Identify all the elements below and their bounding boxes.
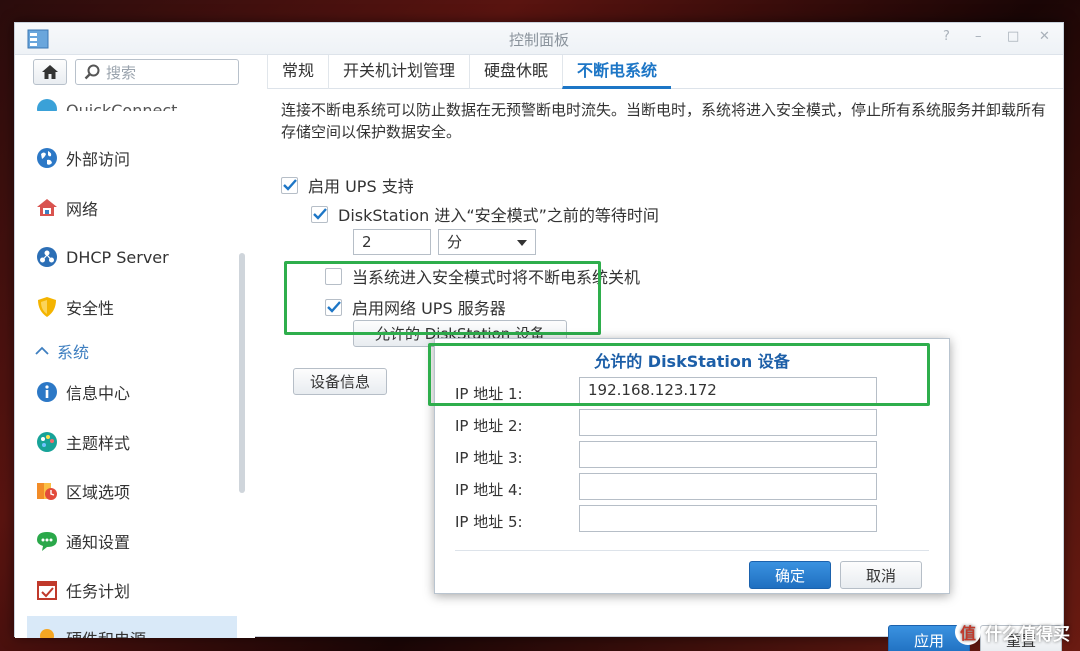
info-icon — [35, 380, 59, 404]
sidebar-item-label: 区域选项 — [66, 483, 131, 502]
sidebar-item-theme[interactable]: 主题样式 — [27, 423, 237, 461]
close-button[interactable]: ✕ — [1039, 29, 1050, 44]
lightbulb-icon — [35, 626, 59, 638]
checkmark-icon — [312, 208, 327, 220]
home-button[interactable] — [33, 59, 67, 85]
sidebar-item-label: 安全性 — [66, 299, 115, 318]
wait-time-row: DiskStation 进入“安全模式”之前的等待时间 — [311, 202, 659, 226]
ip-address-2-input[interactable] — [579, 409, 877, 436]
tab-hdd-hibernation[interactable]: 硬盘休眠 — [469, 55, 562, 89]
checkmark-icon — [282, 179, 297, 191]
chevron-up-icon — [35, 346, 49, 355]
sidebar-section-system[interactable]: 系统 — [35, 339, 89, 363]
ip-address-5-input[interactable] — [579, 505, 877, 532]
clock-calendar-icon — [35, 479, 59, 503]
wait-time-checkbox[interactable] — [311, 205, 328, 223]
highlight-box-network-ups — [284, 261, 601, 335]
sidebar-item-label: 任务计划 — [66, 582, 131, 601]
search-input[interactable]: 搜索 — [75, 59, 239, 85]
sidebar-item-hardware-power[interactable]: 硬件和电源 — [27, 616, 237, 638]
sidebar-item-network[interactable]: 网络 — [27, 189, 237, 227]
tab-bar: 常规 开关机计划管理 硬盘休眠 不断电系统 — [267, 55, 1063, 89]
sidebar-item-label: 网络 — [66, 200, 99, 219]
ip-address-2-label: IP 地址 2: — [455, 417, 523, 435]
quickconnect-icon — [35, 97, 59, 111]
watermark-badge: 值 — [955, 619, 981, 645]
cancel-button[interactable]: 取消 — [840, 561, 922, 589]
wait-time-unit-value: 分 — [447, 233, 463, 251]
wait-time-label: DiskStation 进入“安全模式”之前的等待时间 — [338, 206, 659, 225]
shield-icon — [35, 295, 59, 319]
sidebar-item-task-scheduler[interactable]: 任务计划 — [27, 571, 237, 609]
sidebar-item-security[interactable]: 安全性 — [27, 288, 237, 326]
enable-ups-row: 启用 UPS 支持 — [281, 173, 414, 197]
house-network-icon — [35, 196, 59, 220]
sidebar-item-quickconnect[interactable]: QuickConnect — [27, 91, 237, 111]
maximize-button[interactable]: □ — [1007, 29, 1019, 44]
home-icon — [42, 65, 58, 79]
highlight-box-ip-address — [428, 343, 930, 406]
sidebar-item-label: 通知设置 — [66, 533, 131, 552]
search-placeholder: 搜索 — [106, 63, 137, 82]
ip-address-4-label: IP 地址 4: — [455, 481, 523, 499]
sidebar-item-info-center[interactable]: 信息中心 — [27, 373, 237, 411]
search-icon — [84, 64, 100, 80]
window-title: 控制面板 — [508, 31, 569, 49]
sidebar-item-label: DHCP Server — [66, 247, 169, 267]
sidebar: 搜索 QuickConnect 外部访问 网络 DHCP Server 安全性 … — [15, 55, 255, 638]
ip-address-3-label: IP 地址 3: — [455, 449, 523, 467]
tab-general[interactable]: 常规 — [267, 55, 328, 89]
globe-icon — [35, 146, 59, 170]
watermark-text: 什么值得买 — [985, 624, 1070, 645]
wait-time-unit-select[interactable]: 分 — [438, 229, 536, 255]
tab-power-schedule[interactable]: 开关机计划管理 — [328, 55, 469, 89]
device-info-button[interactable]: 设备信息 — [293, 368, 387, 395]
chat-icon — [35, 529, 59, 553]
dialog-divider — [455, 550, 929, 551]
wait-time-input[interactable]: 2 — [353, 229, 431, 255]
ip-address-3-input[interactable] — [579, 441, 877, 468]
sidebar-item-label: 硬件和电源 — [66, 626, 146, 638]
ip-address-5-label: IP 地址 5: — [455, 513, 523, 531]
sidebar-item-label: 信息中心 — [66, 384, 131, 403]
calendar-check-icon — [35, 578, 59, 602]
sidebar-item-notifications[interactable]: 通知设置 — [27, 522, 237, 560]
dropdown-arrow-icon — [517, 240, 527, 246]
sidebar-scrollbar[interactable] — [239, 253, 245, 493]
sidebar-item-label: 外部访问 — [66, 150, 131, 169]
enable-ups-label: 启用 UPS 支持 — [308, 177, 414, 196]
ups-description: 连接不断电系统可以防止数据在无预警断电时流失。当断电时，系统将进入安全模式，停止… — [281, 101, 1047, 141]
title-bar: 控制面板 ? – □ ✕ — [15, 23, 1063, 55]
sidebar-item-external-access[interactable]: 外部访问 — [27, 139, 237, 177]
help-button[interactable]: ? — [943, 29, 950, 44]
sidebar-item-label: 主题样式 — [66, 434, 131, 453]
enable-ups-checkbox[interactable] — [281, 176, 298, 194]
dhcp-icon — [35, 245, 59, 269]
sidebar-item-dhcp-server[interactable]: DHCP Server — [27, 238, 237, 276]
tab-ups[interactable]: 不断电系统 — [562, 55, 672, 89]
sidebar-item-label: QuickConnect — [66, 101, 178, 111]
sidebar-item-regional-options[interactable]: 区域选项 — [27, 472, 237, 510]
minimize-button[interactable]: – — [975, 29, 982, 44]
ip-address-4-input[interactable] — [579, 473, 877, 500]
sidebar-section-label: 系统 — [57, 343, 90, 362]
ok-button[interactable]: 确定 — [749, 561, 831, 589]
palette-icon — [35, 430, 59, 454]
watermark: 值 什么值得买 — [955, 619, 1070, 645]
